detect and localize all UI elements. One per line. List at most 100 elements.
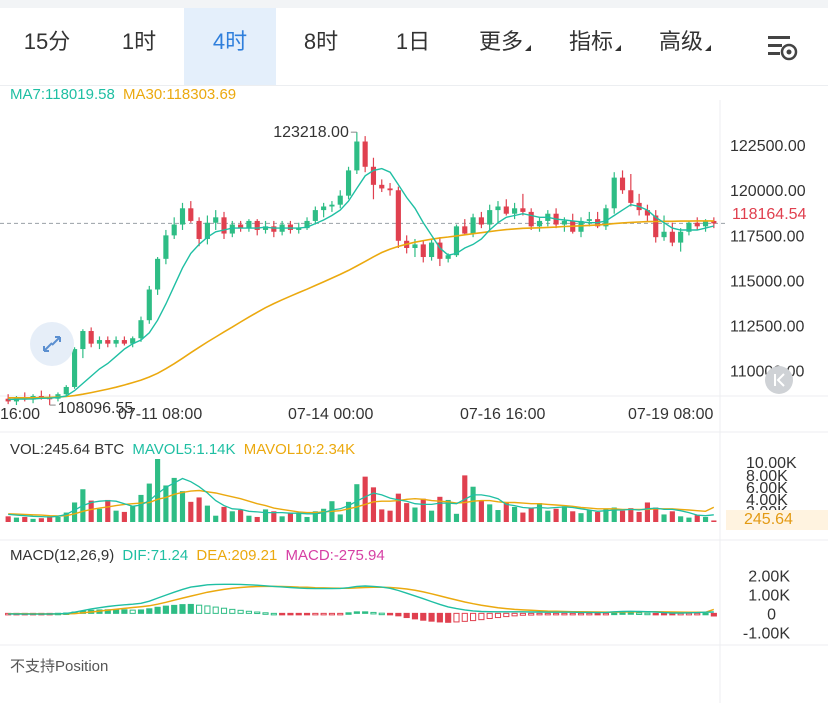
- macd-histogram-bar: [386, 612, 394, 616]
- candle-body: [63, 386, 69, 395]
- ma30-line: [8, 220, 714, 399]
- expand-button[interactable]: [30, 322, 74, 366]
- volume-bar: [661, 514, 667, 522]
- scroll-to-latest-button[interactable]: [765, 366, 793, 394]
- macd-histogram-bar: [611, 612, 618, 616]
- macd-histogram-bar: [544, 612, 551, 616]
- macd-histogram-bar: [685, 612, 693, 616]
- macd-histogram-bar: [204, 605, 211, 614]
- volume-bar: [155, 459, 161, 522]
- tab-4h[interactable]: 4时: [184, 8, 276, 85]
- volume-bar: [196, 497, 202, 522]
- macd-histogram-bar: [594, 612, 601, 616]
- tab-1h[interactable]: 1时: [94, 8, 184, 85]
- volume-bar: [130, 506, 136, 522]
- volume-bar: [204, 505, 210, 522]
- volume-bar: [337, 514, 343, 522]
- candle-body: [561, 220, 567, 225]
- tab-more[interactable]: 更多: [460, 8, 550, 85]
- volume-bar: [229, 511, 235, 522]
- candle-body: [669, 231, 675, 243]
- macd-histogram-bar: [586, 612, 593, 616]
- macd-histogram-bar: [370, 611, 377, 615]
- macd-value-legend: MACD:-275.94: [285, 547, 385, 564]
- tab-1d[interactable]: 1日: [366, 8, 460, 85]
- volume-bar: [55, 516, 61, 522]
- macd-histogram-bar: [154, 606, 161, 614]
- macd-histogram-bar: [411, 612, 419, 620]
- volume-bar: [561, 506, 567, 522]
- volume-bar: [221, 506, 227, 522]
- tab-indicators-label: 指标: [568, 29, 613, 54]
- macd-histogram-bar: [121, 609, 128, 614]
- macd-histogram-bar: [619, 612, 626, 615]
- caret-down-icon: [525, 45, 531, 51]
- macd-histogram-bar: [652, 612, 659, 616]
- macd-histogram-bar: [702, 612, 709, 616]
- tab-indicators[interactable]: 指标: [550, 8, 640, 85]
- volume-bar: [644, 502, 651, 522]
- volume-bar: [113, 510, 119, 522]
- expand-icon: [43, 336, 61, 352]
- macd-histogram-bar: [254, 611, 261, 615]
- macd-histogram-bar: [561, 612, 568, 616]
- volume-bar: [38, 518, 44, 522]
- volume-bar: [503, 502, 509, 522]
- tab-advanced[interactable]: 高级: [640, 8, 730, 85]
- macd-histogram-bar: [636, 612, 643, 615]
- price-tick-label: 112500.00: [730, 319, 805, 336]
- volume-bar: [188, 501, 194, 522]
- volume-bar: [536, 503, 543, 522]
- volume-bar: [570, 511, 576, 522]
- macd-tick-label: 1.00K: [748, 587, 790, 604]
- macd-histogram-bar: [461, 612, 468, 622]
- macd-histogram-bar: [237, 609, 244, 614]
- candle-body: [520, 208, 526, 212]
- volume-legend: VOL:245.64 BTC MAVOL5:1.14K MAVOL10:2.34…: [10, 441, 359, 458]
- macd-histogram-bar: [660, 612, 668, 616]
- macd-histogram-bar: [644, 612, 651, 616]
- volume-bar: [420, 498, 426, 522]
- candle-body: [420, 244, 426, 258]
- volume-bar: [702, 516, 709, 522]
- chart-settings-button[interactable]: [762, 30, 802, 66]
- candle-body: [312, 210, 318, 221]
- mavol10-legend: MAVOL10:2.34K: [243, 441, 356, 458]
- candle-body: [105, 340, 111, 344]
- volume-bar: [512, 506, 518, 522]
- candlestick-chart[interactable]: 122500.00 120000.00 117500.00 115000.00 1125…: [0, 78, 828, 703]
- candle-body: [213, 217, 219, 223]
- current-price-tag: 118164.54: [726, 204, 828, 226]
- volume-bar: [470, 486, 476, 522]
- volume-bar: [296, 513, 302, 522]
- macd-histogram-bar: [694, 612, 701, 616]
- candle-body: [337, 195, 343, 205]
- macd-histogram-bar: [287, 612, 294, 616]
- volume-bar: [711, 520, 717, 522]
- candle-body: [611, 177, 617, 209]
- tab-advanced-label: 高级: [658, 29, 703, 54]
- candle-body: [379, 184, 385, 189]
- volume-bar: [487, 504, 493, 522]
- tab-8h[interactable]: 8时: [276, 8, 366, 85]
- tab-15m[interactable]: 15分: [0, 8, 94, 85]
- macd-histogram-bar: [171, 604, 178, 614]
- macd-histogram-bar: [494, 612, 502, 619]
- macd-histogram-bar: [353, 611, 360, 614]
- volume-bar: [22, 516, 28, 522]
- macd-histogram-bar: [196, 604, 203, 614]
- volume-bar: [387, 510, 393, 522]
- macd-histogram-bar: [428, 612, 435, 622]
- candle-body: [221, 217, 227, 234]
- macd-histogram-bar: [602, 612, 609, 616]
- macd-histogram-bar: [245, 610, 252, 614]
- macd-histogram-bar: [337, 612, 344, 616]
- dif-legend: DIF:71.24: [122, 547, 189, 564]
- time-tick-label: 16:00: [0, 406, 40, 423]
- volume-bar: [528, 508, 534, 522]
- volume-bar: [138, 494, 144, 522]
- macd-histogram-bar: [162, 605, 169, 614]
- macd-histogram-bar: [295, 612, 302, 616]
- price-tick-label: 115000.00: [730, 273, 805, 290]
- dea-line: [8, 585, 715, 615]
